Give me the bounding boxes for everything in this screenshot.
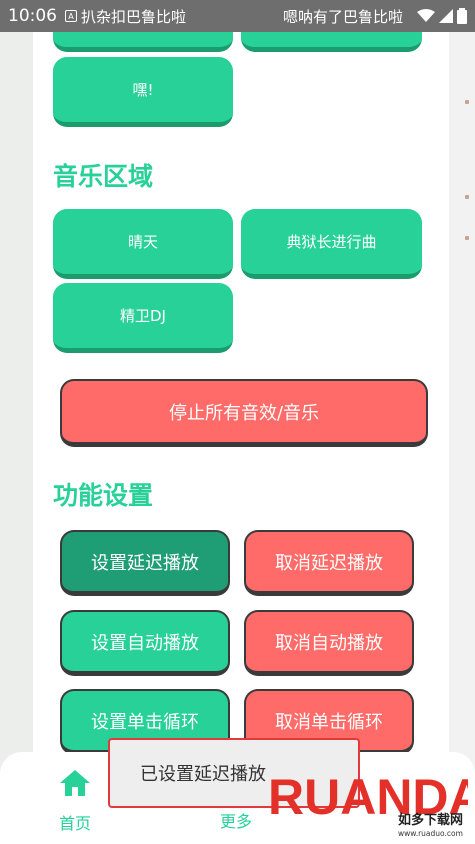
toast-text: 已设置延迟播放 xyxy=(140,764,266,785)
watermark-logo: RUANDADUO 如多下载网 www.ruaduo.com xyxy=(268,758,475,840)
music-button-label: 精卫DJ xyxy=(120,307,166,325)
strip-dot xyxy=(465,236,469,240)
nav-more[interactable]: 更多 xyxy=(220,808,252,832)
nav-home-label: 首页 xyxy=(58,814,91,833)
music-button-jingwei-dj[interactable]: 精卫DJ xyxy=(53,283,233,353)
hey-sound-label: 嘿! xyxy=(132,81,154,99)
watermark-cn: 如多下载网 xyxy=(398,812,463,828)
music-section-title: 音乐区域 xyxy=(53,162,154,191)
set-delay-label: 设置延迟播放 xyxy=(91,552,199,574)
app-screen: 嘿! 音乐区域 晴天 典狱长进行曲 精卫DJ 停止所有音效/音乐 功能设置 设置… xyxy=(0,0,475,844)
cancel-loop-label: 取消单击循环 xyxy=(275,711,383,733)
nav-more-label: 更多 xyxy=(220,812,253,831)
system-icons xyxy=(417,8,467,24)
battery-icon xyxy=(457,8,467,24)
set-auto-play-button[interactable]: 设置自动播放 xyxy=(60,610,230,676)
signal-icon xyxy=(439,9,453,23)
status-notification-left: 扒杂扣巴鲁比啦 xyxy=(81,7,187,26)
strip-dot xyxy=(465,195,469,199)
nav-home[interactable]: 首页 xyxy=(58,768,92,834)
music-button-warden-march[interactable]: 典狱长进行曲 xyxy=(241,209,422,279)
home-icon xyxy=(60,770,90,796)
strip-dot xyxy=(465,100,469,104)
app-notification-icon: A xyxy=(65,10,77,22)
stop-all-label: 停止所有音效/音乐 xyxy=(168,402,320,424)
set-delay-play-button[interactable]: 设置延迟播放 xyxy=(60,530,230,596)
background-strip xyxy=(449,32,475,844)
cancel-delay-play-button[interactable]: 取消延迟播放 xyxy=(244,530,414,596)
music-button-label: 典狱长进行曲 xyxy=(286,233,377,251)
cancel-auto-label: 取消自动播放 xyxy=(275,632,383,654)
stop-all-button[interactable]: 停止所有音效/音乐 xyxy=(60,379,428,447)
settings-section-title: 功能设置 xyxy=(53,481,154,510)
hey-sound-button[interactable]: 嘿! xyxy=(53,57,233,127)
cancel-auto-play-button[interactable]: 取消自动播放 xyxy=(244,610,414,676)
wifi-icon xyxy=(417,9,435,22)
status-notification-right: 嗯呐有了巴鲁比啦 xyxy=(282,7,403,26)
set-loop-label: 设置单击循环 xyxy=(91,711,199,733)
status-time: 10:06 xyxy=(8,6,57,26)
watermark-url: www.ruaduo.com xyxy=(398,829,463,838)
cancel-delay-label: 取消延迟播放 xyxy=(275,552,383,574)
music-button-sunny-day[interactable]: 晴天 xyxy=(53,209,233,279)
status-bar: 10:06 A 扒杂扣巴鲁比啦 嗯呐有了巴鲁比啦 xyxy=(0,0,475,32)
set-auto-label: 设置自动播放 xyxy=(91,632,199,654)
music-button-label: 晴天 xyxy=(127,233,158,251)
